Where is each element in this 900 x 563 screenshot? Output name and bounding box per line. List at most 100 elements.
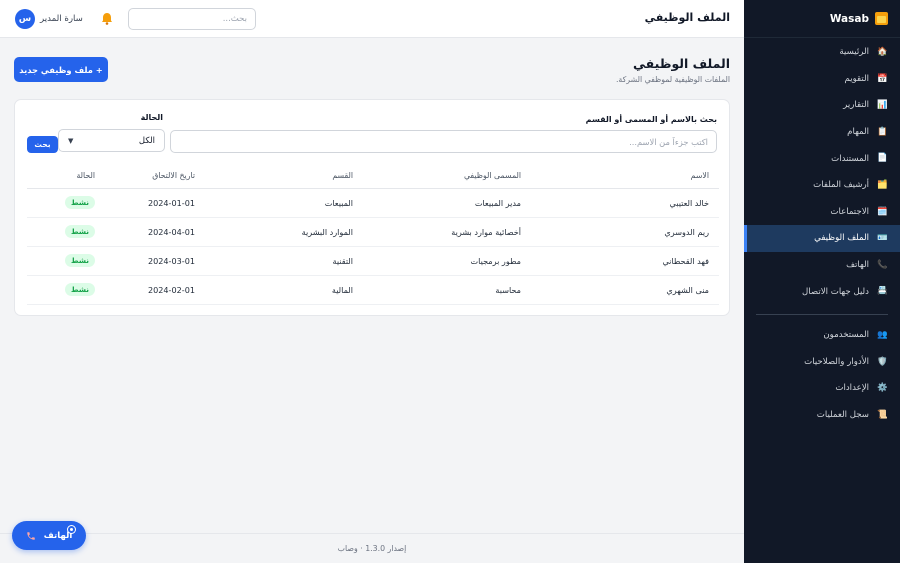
sidebar-item-label: دليل جهات الاتصال [802,286,869,297]
schedule-icon: 🗓️ [877,206,888,217]
sidebar-item-label: أرشيف الملفات [813,180,869,191]
cell-join-date: 2024-04-01 [105,217,205,247]
brand[interactable]: Wasab [744,0,900,38]
status-badge: نشط [65,254,95,267]
cell-name: منى الشهري [531,275,719,305]
cell-job-title: مطور برمجيات [363,246,531,276]
column-header-name[interactable]: الاسم [531,164,719,189]
cell-join-date: 2024-02-01 [105,275,205,305]
sidebar-item-home[interactable]: 🏠 الرئيسية [744,39,900,66]
table-row[interactable]: ريم الدوسري أخصائية موارد بشرية الموارد … [27,217,719,247]
status-select-value: الكل [138,135,155,146]
sidebar-item-audit-log[interactable]: 📜 سجل العمليات [744,402,900,429]
column-header-join-date[interactable]: تاريخ الالتحاق [105,164,205,189]
brand-name: Wasab [829,12,869,25]
user-name: سارة المدير [40,14,83,24]
phone-icon [26,531,35,540]
search-input[interactable] [170,130,717,153]
bell-icon[interactable] [101,12,113,25]
version-text: إصدار 1.3.0 · وصاب [337,544,407,553]
sidebar-nav: 🏠 الرئيسية 📅 التقويم 📊 التقارير 📋 المهام 📄 ال… [744,38,900,428]
sidebar-divider [756,313,888,315]
cell-department: التقنية [205,246,363,276]
sidebar-item-tasks[interactable]: 📋 المهام [744,119,900,146]
profiles-card: بحث بالاسم أو المسمى أو القسم الحالة الك… [14,99,730,316]
search-label: بحث بالاسم أو المسمى أو القسم [585,115,717,124]
cell-department: المالية [205,275,363,305]
cell-status: نشط [27,217,105,247]
sidebar-item-contacts[interactable]: 📇 دليل جهات الاتصال [744,278,900,305]
sidebar-item-label: الرئيسية [839,47,869,58]
status-select[interactable]: الكل ▼ [58,129,165,152]
folder-icon [875,12,888,25]
sidebar-item-employee-profile[interactable]: 🪪 الملف الوظيفي [744,225,900,252]
column-header-job-title[interactable]: المسمى الوظيفي [363,164,531,189]
sidebar-item-users[interactable]: 👥 المستخدمون [744,322,900,349]
sidebar-item-reports[interactable]: 📊 التقارير [744,92,900,119]
sidebar-item-meetings[interactable]: 🗓️ الاجتماعات [744,199,900,226]
cell-join-date: 2024-03-01 [105,246,205,276]
folder-icon: 🗂️ [877,180,888,191]
main-content: الملف الوظيفي الملفات الوظيفية لموظفي ال… [0,38,744,533]
sidebar: Wasab 🏠 الرئيسية 📅 التقويم 📊 التقارير 📋 المه… [744,0,900,563]
sidebar-item-label: سجل العمليات [816,410,869,421]
sidebar-item-label: المستندات [831,153,869,164]
table-row[interactable]: منى الشهري محاسبة المالية 2024-02-01 نشط [27,275,719,305]
topbar-title: الملف الوظيفي [644,11,730,24]
table-row[interactable]: فهد القحطاني مطور برمجيات التقنية 2024-0… [27,246,719,276]
sidebar-item-label: التقويم [844,73,870,84]
column-header-department[interactable]: القسم [205,164,363,189]
cell-name: خالد العتيبي [531,188,719,218]
column-header-status[interactable]: الحالة [27,164,105,189]
profiles-table: الاسم المسمى الوظيفي القسم تاريخ الالتحا… [27,164,719,305]
status-label: الحالة [140,113,163,122]
cell-department: الموارد البشرية [205,217,363,247]
new-profile-button[interactable]: + ملف وظيفي جديد [14,57,108,82]
user-menu[interactable]: سارة المدير س [15,9,83,29]
scroll-icon: 📜 [877,409,888,420]
cell-status: نشط [27,188,105,218]
table-header-row: الاسم المسمى الوظيفي القسم تاريخ الالتحا… [27,164,719,189]
global-search-input[interactable] [128,8,256,30]
sidebar-item-settings[interactable]: ⚙️ الإعدادات [744,375,900,402]
id-card-icon: 🪪 [877,233,888,244]
page-subtitle: الملفات الوظيفية لموظفي الشركة. [615,75,730,84]
page-title: الملف الوظيفي [632,56,730,71]
sidebar-item-label: الاجتماعات [830,206,869,217]
sidebar-item-calendar[interactable]: 📅 التقويم [744,66,900,93]
phone-floating-button[interactable]: الهاتف [12,521,86,550]
table-row[interactable]: خالد العتيبي مدير المبيعات المبيعات 2024… [27,188,719,218]
cell-job-title: مدير المبيعات [363,188,531,218]
calendar-icon: 📅 [877,73,888,84]
chart-icon: 📊 [877,100,888,111]
chevron-down-icon: ▼ [68,136,74,145]
sidebar-item-phone[interactable]: 📞 الهاتف [744,252,900,279]
notification-dot [68,526,75,533]
sidebar-item-label: المهام [847,127,869,138]
cell-name: فهد القحطاني [531,246,719,276]
sidebar-item-archive[interactable]: 🗂️ أرشيف الملفات [744,172,900,199]
sidebar-item-label: الإعدادات [835,383,869,394]
clipboard-icon: 📋 [877,126,888,137]
home-icon: 🏠 [877,47,888,58]
document-icon: 📄 [877,153,888,164]
sidebar-item-label: التقارير [843,100,869,111]
cell-status: نشط [27,246,105,276]
search-button[interactable]: بحث [27,136,58,153]
cell-job-title: محاسبة [363,275,531,305]
footer: إصدار 1.3.0 · وصاب [0,533,744,563]
sidebar-item-documents[interactable]: 📄 المستندات [744,145,900,172]
contacts-icon: 📇 [877,286,888,297]
sidebar-item-label: الأدوار والصلاحيات [804,356,869,367]
sidebar-item-roles[interactable]: 🛡️ الأدوار والصلاحيات [744,349,900,376]
gear-icon: ⚙️ [877,383,888,394]
phone-fab-label: الهاتف [43,530,73,541]
status-badge: نشط [65,196,95,209]
status-badge: نشط [65,283,95,296]
sidebar-item-label: الملف الوظيفي [814,233,869,244]
phone-icon: 📞 [877,259,888,270]
cell-join-date: 2024-01-01 [105,188,205,218]
users-icon: 👥 [877,329,888,340]
cell-job-title: أخصائية موارد بشرية [363,217,531,247]
cell-status: نشط [27,275,105,305]
